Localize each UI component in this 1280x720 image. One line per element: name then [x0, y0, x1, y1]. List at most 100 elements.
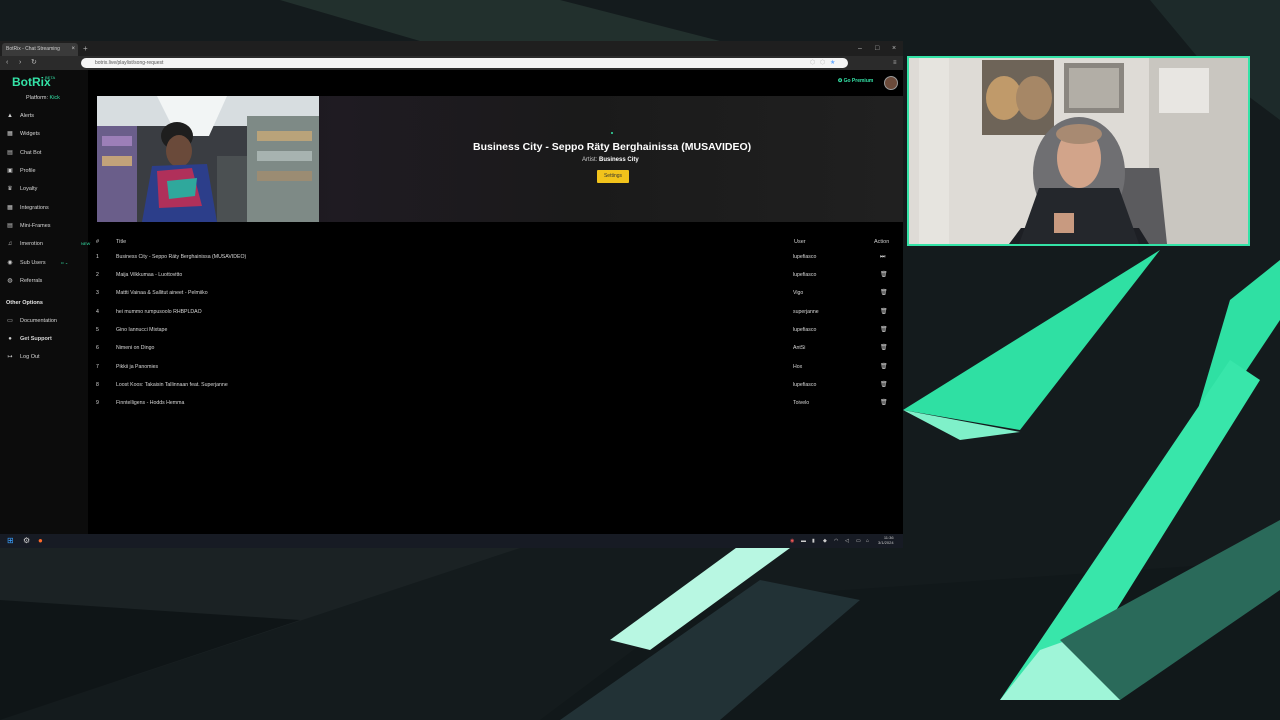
sidebar-item-label: Documentation — [20, 318, 57, 324]
requester: lupefiasco — [793, 272, 817, 278]
tray-icon[interactable]: ▬ — [801, 537, 806, 545]
extension-icon[interactable]: ⬡ — [810, 58, 815, 68]
trash-icon[interactable]: 🗑 — [880, 358, 888, 376]
sidebar-item-label: Alerts — [20, 113, 35, 119]
table-row: 6 Nimeni on Dingo AntSi 🗑 — [88, 339, 903, 357]
requester: AntSi — [793, 345, 806, 351]
table-row: 3 Mattti Vainaa & Sallitut aineet - Pelm… — [88, 284, 903, 302]
menu-icon[interactable]: ≡ — [893, 58, 897, 68]
video-thumbnail[interactable] — [97, 96, 319, 222]
back-icon[interactable]: ‹ — [6, 58, 8, 68]
tab-close-icon[interactable]: × — [71, 43, 75, 56]
sidebar: BotRix BETA Platform: Kick ▲ Alerts ▦ Wi… — [0, 70, 91, 534]
sidebar-item-chat-bot[interactable]: ▤ Chat Bot — [6, 147, 86, 159]
sidebar-item-profile[interactable]: ▣ Profile — [6, 165, 86, 177]
sidebar-item-alerts[interactable]: ▲ Alerts — [6, 110, 86, 122]
new-tab-button[interactable]: + — [83, 43, 88, 54]
maximize-button[interactable]: □ — [875, 43, 879, 54]
song-title: hei mummo rumpusoolo RHBPLDAO — [116, 309, 202, 315]
artist-label: Artist: — [582, 157, 598, 163]
trash-icon[interactable]: 🗑 — [880, 266, 888, 284]
now-playing-artist: Artist: Business City — [582, 157, 639, 163]
col-title: Title — [116, 239, 127, 245]
other-options-heading: Other Options — [6, 300, 43, 306]
minimize-button[interactable]: – — [858, 43, 862, 54]
tray-icon[interactable]: ▮ — [812, 537, 815, 545]
table-header: # Title User Action — [88, 236, 903, 248]
sidebar-item-label: Imerotion — [20, 241, 43, 247]
chevron-down-icon[interactable]: •• ⌄ — [61, 257, 68, 269]
sidebar-item-log-out[interactable]: ↦ Log Out — [6, 351, 86, 363]
sidebar-item-label: Sub Users — [20, 260, 46, 266]
sidebar-item-mini-frames[interactable]: ▤ Mini-Frames — [6, 220, 86, 232]
browser-app-icon[interactable]: ● — [38, 536, 43, 546]
sidebar-item-loyalty[interactable]: ♛ Loyalty — [6, 183, 86, 195]
table-row: 1 Business City - Seppo Räty Berghainiss… — [88, 248, 903, 266]
tray-icon[interactable]: ◆ — [823, 537, 827, 545]
volume-icon[interactable]: ◁ — [845, 537, 849, 545]
webcam-overlay — [907, 56, 1250, 246]
row-number: 1 — [96, 254, 99, 260]
logout-icon: ↦ — [7, 354, 13, 360]
skip-icon[interactable]: ⏭ — [880, 248, 885, 266]
go-premium-link[interactable]: ✪ Go Premium — [838, 78, 873, 84]
settings-button[interactable]: Settings — [597, 170, 629, 183]
col-user: User — [794, 239, 806, 245]
song-title: Loost Koos: Takaisin Tallinnaan feat. Su… — [116, 382, 228, 388]
close-window-button[interactable]: × — [892, 43, 896, 54]
profile-icon: ▣ — [7, 168, 13, 174]
address-bar: ‹ › ↻ botrix.live/playlist/song-request … — [0, 56, 903, 70]
platform-indicator: Platform: Kick — [26, 95, 60, 101]
requester: lupefiasco — [793, 254, 817, 260]
sidebar-item-get-support[interactable]: ● Get Support — [6, 333, 86, 345]
trash-icon[interactable]: 🗑 — [880, 303, 888, 321]
table-row: 5 Gino Iannucci Mixtape lupefiasco 🗑 — [88, 321, 903, 339]
song-title: Maija Vilkkumaa - Luottovitto — [116, 272, 183, 278]
row-number: 8 — [96, 382, 99, 388]
row-number: 7 — [96, 364, 99, 370]
wifi-icon[interactable]: ◠ — [834, 537, 838, 545]
windows-start-icon[interactable]: ⊞ — [7, 536, 14, 546]
clock[interactable]: 11:36 3/1/2024 — [878, 535, 894, 545]
sidebar-item-referrals[interactable]: ◍ Referrals — [6, 275, 86, 287]
reload-icon[interactable]: ↻ — [31, 58, 37, 68]
trash-icon[interactable]: 🗑 — [880, 284, 888, 302]
table-row: 7 Pikkii ja Panomies Hox 🗑 — [88, 358, 903, 376]
notification-icon[interactable]: ⌂ — [866, 537, 869, 545]
forward-icon[interactable]: › — [19, 58, 21, 68]
trophy-icon: ♛ — [7, 186, 13, 192]
col-number: # — [96, 239, 100, 245]
trash-icon[interactable]: 🗑 — [880, 321, 888, 339]
browser-tab[interactable]: BotRix - Chat Streaming × — [2, 43, 78, 56]
url-field[interactable]: botrix.live/playlist/song-request — [81, 58, 848, 68]
sidebar-item-integrations[interactable]: ▦ Integrations — [6, 202, 86, 214]
trash-icon[interactable]: 🗑 — [880, 394, 888, 412]
col-action: Action — [874, 239, 890, 245]
platform-value: Kick — [49, 95, 60, 101]
tray-icon[interactable]: ◉ — [790, 537, 794, 545]
docs-icon: ▭ — [7, 318, 13, 324]
requester: superjanne — [793, 309, 819, 315]
song-title: Gino Iannucci Mixtape — [116, 327, 168, 333]
sidebar-item-sub-users[interactable]: ◉ Sub Users •• ⌄ — [6, 257, 86, 269]
bell-icon: ▲ — [7, 113, 13, 119]
song-title: Pikkii ja Panomies — [116, 364, 159, 370]
trash-icon[interactable]: 🗑 — [880, 339, 888, 357]
tab-title: BotRix - Chat Streaming — [6, 46, 60, 52]
sidebar-item-widgets[interactable]: ▦ Widgets — [6, 128, 86, 140]
sidebar-item-label: Log Out — [20, 354, 40, 360]
trash-icon[interactable]: 🗑 — [880, 376, 888, 394]
go-premium-label: Go Premium — [843, 78, 874, 84]
bookmark-star-icon[interactable]: ★ — [830, 58, 835, 68]
avatar[interactable] — [884, 76, 898, 90]
row-number: 4 — [96, 309, 99, 315]
sidebar-item-documentation[interactable]: ▭ Documentation — [6, 315, 86, 327]
now-playing-title: Business City - Seppo Räty Berghainissa … — [473, 141, 752, 153]
sidebar-item-imerotion[interactable]: ♫ Imerotion NEW — [6, 238, 91, 250]
extension-icon[interactable]: ⬡ — [820, 58, 825, 68]
song-title: Business City - Seppo Räty Berghainissa … — [116, 254, 247, 260]
battery-icon[interactable]: ▭ — [856, 537, 861, 545]
row-number: 5 — [96, 327, 99, 333]
requester: Hox — [793, 364, 803, 370]
settings-gear-icon[interactable]: ⚙ — [23, 536, 30, 546]
